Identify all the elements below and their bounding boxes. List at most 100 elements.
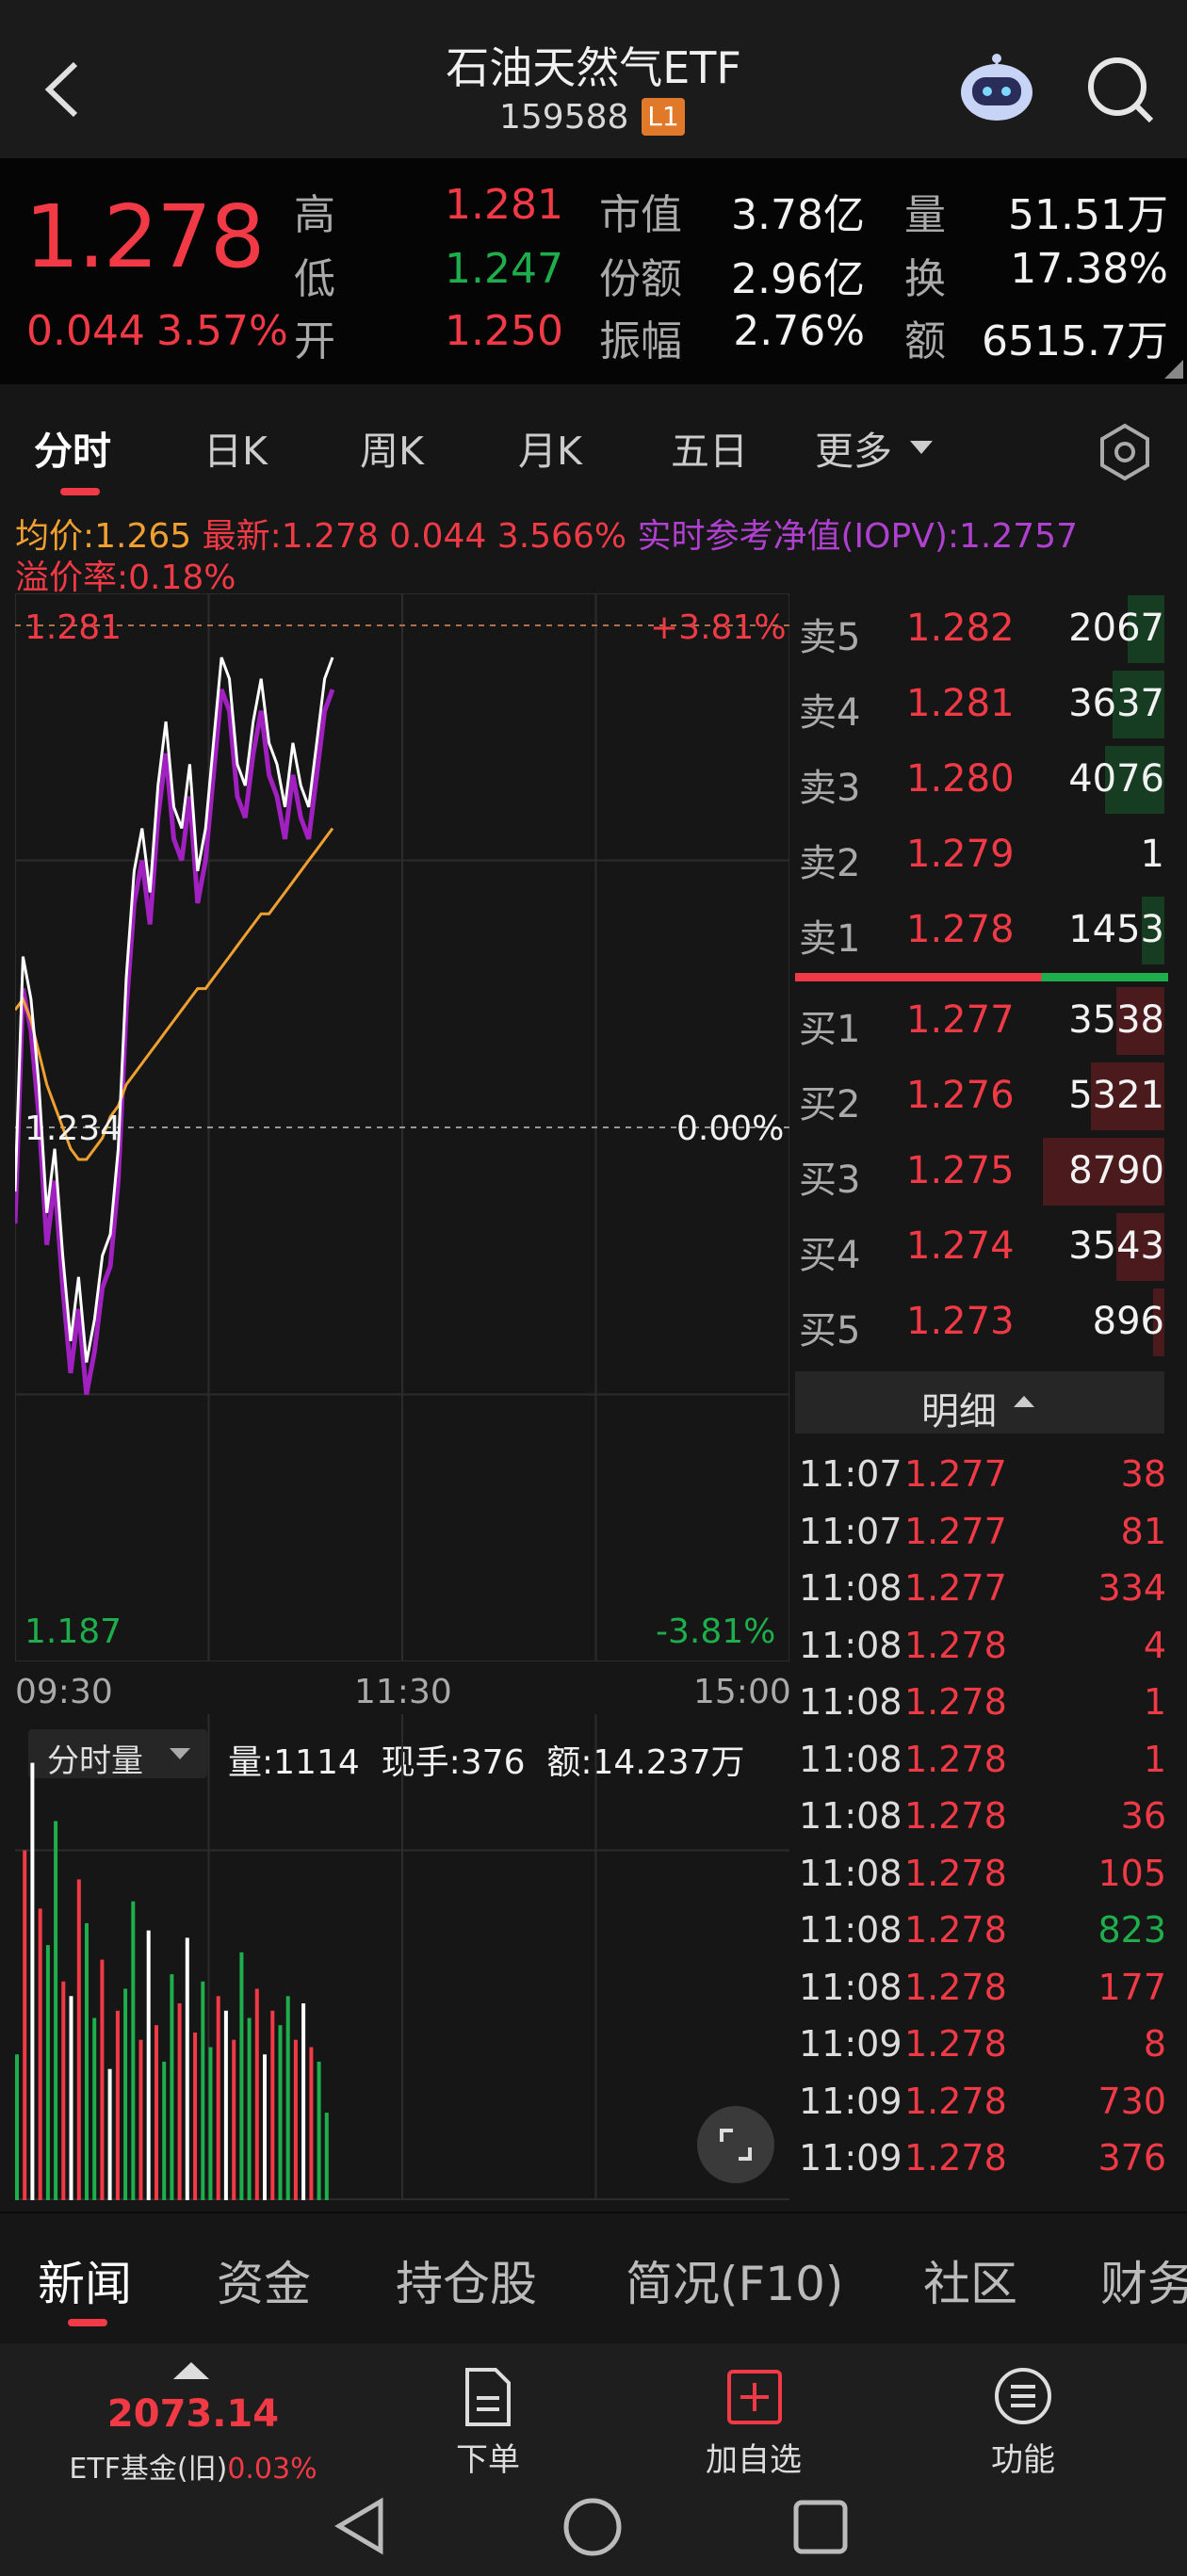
order-price: 1.275 (906, 1149, 1015, 1192)
menu-circle-icon[interactable] (993, 2366, 1053, 2426)
tab-more[interactable]: 更多 (815, 419, 892, 476)
function-button[interactable]: 功能 (948, 2434, 1098, 2480)
volume-bar (324, 2113, 329, 2200)
tab-monthly-k[interactable]: 月K (518, 419, 582, 476)
tab-news[interactable]: 新闻 (38, 2246, 132, 2314)
x-mid-time: 11:30 (354, 1673, 452, 1711)
trade-row: 11:08 1.277 334 (799, 1562, 1168, 1618)
volume-bar (15, 2054, 19, 2200)
search-icon[interactable] (1083, 53, 1159, 128)
tab-weekly-k[interactable]: 周K (360, 419, 424, 476)
trade-row: 11:09 1.278 376 (799, 2131, 1168, 2188)
trade-price: 1.278 (904, 1852, 1007, 1894)
tab-capital[interactable]: 资金 (217, 2246, 311, 2314)
volume-bar (61, 1981, 66, 2200)
add-watchlist-icon[interactable] (725, 2368, 784, 2426)
order-price: 1.278 (906, 908, 1015, 951)
latest-price-text: 最新:1.278 0.044 3.566% (202, 517, 627, 556)
trade-time: 11:08 (799, 1966, 902, 2008)
robot-assistant-icon[interactable] (953, 49, 1040, 126)
order-price: 1.280 (906, 757, 1015, 801)
ask-row[interactable]: 卖3 1.280 4076 (799, 742, 1168, 818)
nav-back-icon[interactable] (332, 2496, 388, 2556)
bid-row[interactable]: 买5 1.273 896 (799, 1285, 1168, 1360)
back-icon[interactable] (38, 57, 85, 122)
trade-price: 1.277 (904, 1567, 1007, 1609)
volume-bar (293, 2039, 298, 2200)
trade-price: 1.278 (904, 1795, 1007, 1837)
volume-bar (69, 1996, 73, 2200)
trade-volume: 4 (1143, 1624, 1166, 1666)
volume-bar-chart (15, 1714, 789, 2200)
volume-value: 51.51万 (1008, 191, 1168, 239)
ask-row[interactable]: 卖4 1.281 3637 (799, 667, 1168, 742)
order-price: 1.277 (906, 998, 1015, 1042)
volume-bar (201, 1981, 205, 2200)
detail-label: 明细 (921, 1390, 997, 1434)
y-bot-pct: -3.81% (656, 1612, 776, 1651)
tab-five-day[interactable]: 五日 (671, 419, 748, 476)
trade-time: 11:09 (799, 2080, 902, 2122)
order-price: 1.276 (906, 1074, 1015, 1117)
trade-time: 11:08 (799, 1567, 902, 1609)
y-mid-price: 1.234 (24, 1110, 122, 1148)
chevron-up-icon (1014, 1396, 1034, 1407)
ask-row[interactable]: 卖2 1.279 1 (799, 818, 1168, 893)
volume-bar (154, 2025, 158, 2200)
trade-time: 11:08 (799, 1624, 902, 1666)
tab-community[interactable]: 社区 (923, 2246, 1017, 2314)
trade-time: 11:09 (799, 2023, 902, 2065)
ask-row[interactable]: 卖5 1.282 2067 (799, 591, 1168, 667)
order-price: 1.281 (906, 682, 1015, 725)
nav-recents-icon[interactable] (791, 2498, 850, 2556)
caret-up-icon[interactable] (173, 2360, 209, 2381)
bid-row[interactable]: 买4 1.274 3543 (799, 1209, 1168, 1285)
ask-row[interactable]: 卖1 1.278 1453 (799, 893, 1168, 968)
bid-row[interactable]: 买1 1.277 3538 (799, 983, 1168, 1059)
volume-bar (146, 1930, 151, 2200)
x-start-time: 09:30 (15, 1673, 113, 1711)
volume-bar (223, 2010, 228, 2200)
volume-bar (100, 1959, 105, 2200)
intraday-price-chart[interactable] (15, 593, 789, 1661)
order-button[interactable]: 下单 (413, 2434, 563, 2480)
volume-bar (270, 2010, 275, 2200)
trade-row: 11:08 1.278 1 (799, 1676, 1168, 1732)
trade-volume: 730 (1098, 2080, 1166, 2122)
settings-hexagon-icon[interactable] (1095, 422, 1155, 482)
trade-row: 11:07 1.277 81 (799, 1505, 1168, 1562)
order-vol: 896 (1092, 1300, 1164, 1343)
order-label: 买5 (799, 1309, 861, 1353)
trade-time: 11:08 (799, 1852, 902, 1894)
tab-intraday[interactable]: 分时 (34, 419, 111, 476)
volume-bar (115, 2010, 120, 2200)
turnover-value: 17.38% (1010, 245, 1168, 293)
level-badge: L1 (642, 98, 685, 136)
index-ticker[interactable]: ETF基金(旧)0.03% (38, 2445, 349, 2487)
tab-f10[interactable]: 简况(F10) (626, 2246, 843, 2314)
trade-volume: 1 (1143, 1681, 1166, 1723)
document-order-icon[interactable] (462, 2366, 514, 2428)
detail-toggle-button[interactable]: 明细 (795, 1371, 1164, 1434)
trade-price: 1.278 (904, 1738, 1007, 1780)
mktcap-value: 3.78亿 (731, 191, 865, 239)
fullscreen-button[interactable] (697, 2106, 774, 2183)
tab-holdings[interactable]: 持仓股 (396, 2246, 537, 2314)
order-vol: 5321 (1068, 1074, 1164, 1117)
volume-bar (131, 1901, 136, 2200)
order-label: 买3 (799, 1158, 861, 1202)
index-value[interactable]: 2073.14 (57, 2392, 330, 2436)
bid-row[interactable]: 买2 1.276 5321 (799, 1059, 1168, 1134)
amplitude-value: 2.76% (733, 307, 865, 355)
nav-home-icon[interactable] (561, 2496, 624, 2558)
trade-volume: 1 (1143, 1738, 1166, 1780)
volume-bar (76, 1879, 81, 2200)
tab-finance[interactable]: 财务 (1100, 2246, 1187, 2314)
trade-row: 11:08 1.278 823 (799, 1904, 1168, 1960)
tab-daily-k[interactable]: 日K (203, 419, 268, 476)
x-end-time: 15:00 (693, 1673, 791, 1711)
expand-corner-icon[interactable] (1164, 360, 1183, 379)
add-watchlist-button[interactable]: 加自选 (678, 2434, 829, 2480)
volume-bar (263, 2054, 267, 2200)
bid-row[interactable]: 买3 1.275 8790 (799, 1134, 1168, 1209)
